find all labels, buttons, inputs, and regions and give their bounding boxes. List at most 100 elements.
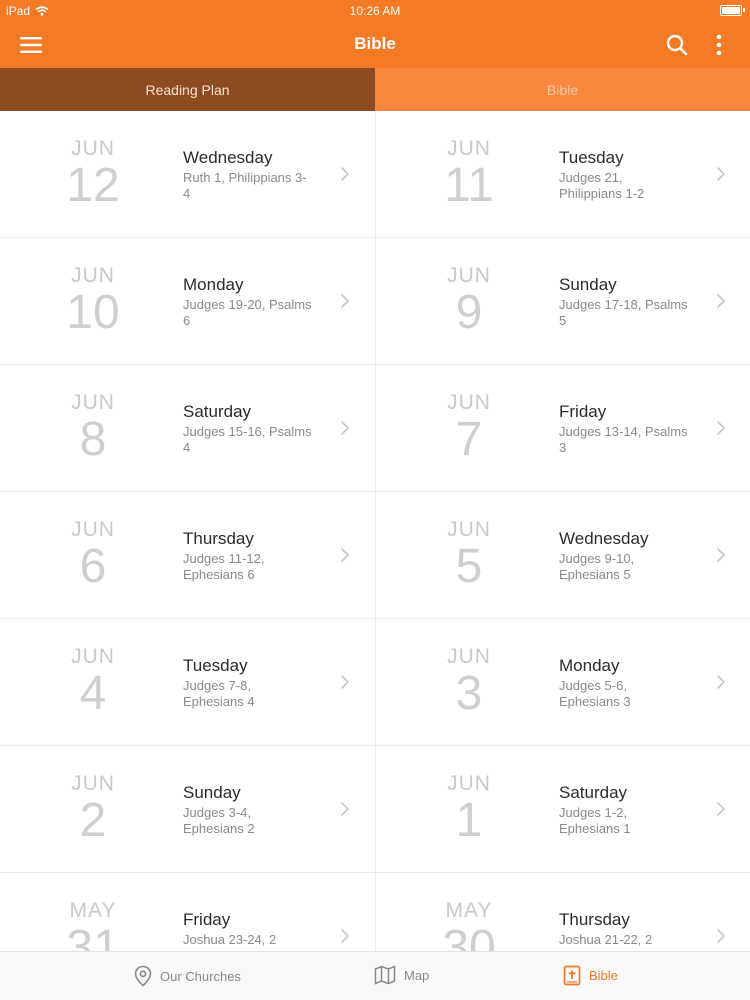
plan-month: JUN: [447, 518, 491, 541]
chevron-right-icon: [717, 802, 725, 816]
tab-bible-bottom-label: Bible: [589, 968, 618, 983]
plan-weekday: Sunday: [183, 783, 241, 802]
plan-month: JUN: [71, 518, 115, 541]
plan-day-number: 11: [444, 159, 494, 212]
plan-day-cell[interactable]: JUN 4 Tuesday Judges 7-8, Ephesians 4: [0, 619, 375, 746]
reading-plan-grid: JUN 12 Wednesday Ruth 1, Philippians 3-4 JUN…: [0, 111, 750, 951]
segmented-control: Reading Plan Bible: [0, 68, 750, 111]
plan-month: MAY: [445, 899, 493, 922]
plan-month: JUN: [447, 137, 491, 160]
plan-day-number: 30: [442, 921, 496, 952]
plan-day-cell[interactable]: JUN 5 Wednesday Judges 9-10, Ephesians 5: [375, 492, 750, 619]
chevron-right-icon: [341, 167, 349, 181]
plan-day-cell[interactable]: JUN 8 Saturday Judges 15-16, Psalms 4: [0, 365, 375, 492]
tab-map[interactable]: Map: [374, 965, 429, 985]
chevron-right-icon: [717, 929, 725, 943]
plan-day-cell[interactable]: MAY 30 Thursday Joshua 21-22, 2: [375, 873, 750, 951]
plan-weekday: Monday: [183, 275, 244, 294]
search-button[interactable]: [662, 30, 692, 60]
chevron-right-icon: [341, 802, 349, 816]
plan-month: JUN: [71, 772, 115, 795]
plan-month: JUN: [447, 391, 491, 414]
plan-weekday: Tuesday: [559, 148, 624, 167]
plan-reading: Judges 11-12, Ephesians 6: [183, 551, 265, 582]
plan-month: JUN: [447, 264, 491, 287]
plan-day-number: 9: [455, 286, 483, 339]
plan-day-number: 8: [79, 413, 107, 466]
plan-weekday: Friday: [559, 402, 607, 421]
plan-month: JUN: [71, 391, 115, 414]
chevron-right-icon: [341, 421, 349, 435]
plan-reading: Judges 13-14, Psalms 3: [559, 424, 688, 455]
status-bar: iPad 10:26 AM: [0, 0, 750, 22]
plan-weekday: Tuesday: [183, 656, 248, 675]
location-pin-icon: [134, 965, 152, 987]
plan-weekday: Thursday: [559, 910, 630, 929]
plan-day-number: 12: [66, 159, 120, 212]
tab-our-churches-label: Our Churches: [160, 968, 241, 984]
plan-day-cell[interactable]: JUN 6 Thursday Judges 11-12, Ephesians 6: [0, 492, 375, 619]
tab-our-churches[interactable]: Our Churches: [134, 965, 241, 987]
tab-bar: Our Churches Map Bible: [0, 951, 750, 1000]
plan-day-cell[interactable]: JUN 9 Sunday Judges 17-18, Psalms 5: [375, 238, 750, 365]
plan-day-cell[interactable]: JUN 12 Wednesday Ruth 1, Philippians 3-4: [0, 111, 375, 238]
plan-day-number: 10: [66, 286, 120, 339]
plan-month: MAY: [69, 899, 117, 922]
plan-day-number: 4: [79, 667, 107, 720]
more-vertical-icon: [716, 34, 722, 56]
plan-weekday: Friday: [183, 910, 231, 929]
plan-day-number: 7: [455, 413, 483, 466]
plan-month: JUN: [447, 772, 491, 795]
plan-reading: Judges 15-16, Psalms 4: [183, 424, 312, 455]
plan-weekday: Monday: [559, 656, 620, 675]
tab-reading-plan[interactable]: Reading Plan: [0, 68, 375, 111]
plan-month: JUN: [71, 264, 115, 287]
plan-reading: Judges 7-8, Ephesians 4: [183, 678, 255, 709]
plan-weekday: Saturday: [559, 783, 628, 802]
plan-reading: Joshua 21-22, 2: [559, 932, 653, 947]
plan-day-cell[interactable]: JUN 3 Monday Judges 5-6, Ephesians 3: [375, 619, 750, 746]
chevron-right-icon: [717, 167, 725, 181]
map-icon: [374, 965, 396, 985]
plan-day-cell[interactable]: JUN 10 Monday Judges 19-20, Psalms 6: [0, 238, 375, 365]
chevron-right-icon: [341, 548, 349, 562]
tab-map-label: Map: [404, 967, 430, 983]
tab-bible[interactable]: Bible: [375, 68, 750, 111]
chevron-right-icon: [717, 421, 725, 435]
chevron-right-icon: [717, 675, 725, 689]
plan-day-number: 6: [79, 540, 107, 593]
plan-reading: Judges 21, Philippians 1-2: [559, 170, 645, 201]
chevron-right-icon: [717, 294, 725, 308]
plan-day-cell[interactable]: JUN 11 Tuesday Judges 21, Philippians 1-2: [375, 111, 750, 238]
plan-day-cell[interactable]: JUN 2 Sunday Judges 3-4, Ephesians 2: [0, 746, 375, 873]
plan-day-cell[interactable]: JUN 7 Friday Judges 13-14, Psalms 3: [375, 365, 750, 492]
plan-month: JUN: [71, 137, 115, 160]
chevron-right-icon: [341, 294, 349, 308]
plan-month: JUN: [71, 645, 115, 668]
plan-weekday: Saturday: [183, 402, 252, 421]
plan-weekday: Wednesday: [559, 529, 649, 548]
plan-weekday: Sunday: [559, 275, 617, 294]
chevron-right-icon: [341, 929, 349, 943]
more-options-button[interactable]: [704, 30, 734, 60]
plan-reading: Judges 3-4, Ephesians 2: [183, 805, 255, 836]
tab-bible-bottom[interactable]: Bible: [563, 965, 618, 986]
plan-reading: Judges 5-6, Ephesians 3: [559, 678, 631, 709]
status-time: 10:26 AM: [349, 4, 401, 18]
plan-reading: Joshua 23-24, 2: [183, 932, 277, 947]
plan-reading: Ruth 1, Philippians 3-4: [183, 170, 307, 201]
plan-weekday: Thursday: [183, 529, 254, 548]
reading-plan-list[interactable]: JUN 12 Wednesday Ruth 1, Philippians 3-4 JUN…: [0, 111, 750, 951]
plan-reading: Judges 17-18, Psalms 5: [559, 297, 688, 328]
plan-day-number: 5: [455, 540, 483, 593]
plan-day-cell[interactable]: MAY 31 Friday Joshua 23-24, 2: [0, 873, 375, 951]
bible-book-icon: [563, 965, 581, 986]
plan-day-cell[interactable]: JUN 1 Saturday Judges 1-2, Ephesians 1: [375, 746, 750, 873]
page-title: Bible: [354, 34, 396, 53]
plan-day-number: 3: [455, 667, 483, 720]
battery-icon: [720, 5, 745, 16]
plan-weekday: Wednesday: [183, 148, 273, 167]
plan-day-number: 2: [79, 794, 107, 847]
chevron-right-icon: [717, 548, 725, 562]
chevron-right-icon: [341, 675, 349, 689]
